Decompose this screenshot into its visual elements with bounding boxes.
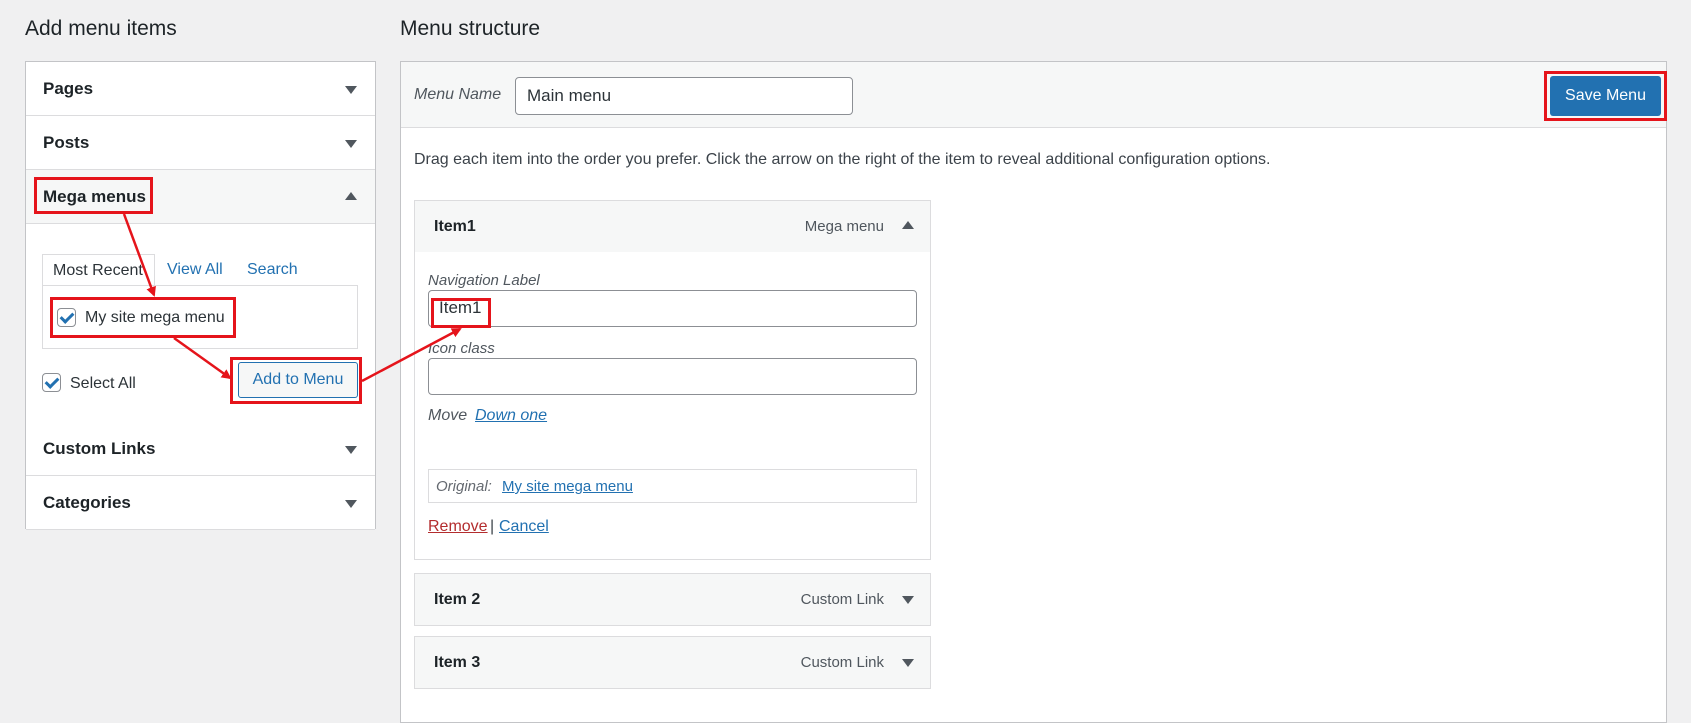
mega-menu-item-label: My site mega menu (85, 309, 225, 326)
menu-item-title: Item 2 (434, 591, 481, 608)
select-all-checkbox[interactable] (42, 373, 61, 392)
cancel-link[interactable]: Cancel (499, 518, 549, 536)
menu-item-title: Item1 (434, 218, 476, 235)
chevron-down-icon[interactable] (345, 500, 357, 508)
menu-structure-panel: Menu Name Main menu Save Menu Drag each … (400, 61, 1667, 723)
chevron-down-icon[interactable] (902, 596, 914, 604)
navigation-label-input[interactable]: Item1 (428, 290, 917, 327)
menu-items-accordion: Pages Posts Mega menus Custom Links Cate… (25, 61, 376, 530)
section-mega-menus-label: Mega menus (43, 187, 146, 206)
chevron-down-icon[interactable] (902, 659, 914, 667)
add-to-menu-button[interactable]: Add to Menu (238, 362, 358, 398)
navigation-label-caption: Navigation Label (428, 272, 540, 289)
menu-item-3[interactable]: Item 3 Custom Link (414, 636, 931, 689)
original-link[interactable]: My site mega menu (502, 478, 633, 495)
chevron-down-icon[interactable] (345, 446, 357, 454)
section-posts[interactable]: Posts (26, 116, 375, 170)
chevron-down-icon[interactable] (345, 86, 357, 94)
add-menu-items-title: Add menu items (25, 17, 177, 40)
mega-menu-item-checkbox[interactable] (57, 308, 76, 327)
menu-item-type: Custom Link (800, 591, 884, 608)
menu-name-input[interactable]: Main menu (515, 77, 853, 115)
menu-structure-title: Menu structure (400, 17, 541, 40)
icon-class-input[interactable] (428, 358, 917, 395)
menu-item-type: Mega menu (804, 218, 884, 235)
chevron-up-icon[interactable] (902, 221, 914, 229)
menu-item-1-settings: Navigation Label Item1 Icon class Move D… (414, 252, 931, 560)
chevron-up-icon[interactable] (345, 192, 357, 200)
select-all-label: Select All (70, 375, 136, 392)
section-posts-label: Posts (43, 133, 90, 152)
section-categories[interactable]: Categories (26, 476, 375, 530)
link-separator: | (490, 518, 495, 535)
menu-item-title: Item 3 (434, 654, 481, 671)
original-box: Original: My site mega menu (428, 469, 917, 503)
menu-item-2[interactable]: Item 2 Custom Link (414, 573, 931, 626)
original-caption: Original: (436, 478, 492, 495)
save-menu-button[interactable]: Save Menu (1550, 76, 1661, 116)
menu-header: Menu Name Main menu Save Menu (401, 62, 1666, 128)
mega-menu-checklist: My site mega menu (42, 285, 358, 349)
icon-class-caption: Icon class (428, 340, 495, 357)
tab-search[interactable]: Search (247, 261, 298, 279)
section-categories-label: Categories (43, 493, 131, 512)
remove-link[interactable]: Remove (428, 518, 488, 536)
tab-view-all[interactable]: View All (167, 261, 223, 279)
move-caption: Move (428, 407, 468, 424)
section-custom-links-label: Custom Links (43, 439, 156, 458)
section-pages-label: Pages (43, 79, 94, 98)
section-mega-menus[interactable]: Mega menus (26, 170, 375, 224)
menu-item-type: Custom Link (800, 654, 884, 671)
menu-item-1[interactable]: Item1 Mega menu (414, 200, 931, 253)
move-down-one-link[interactable]: Down one (475, 407, 547, 425)
menu-name-label: Menu Name (414, 86, 502, 103)
section-custom-links[interactable]: Custom Links (26, 422, 375, 476)
menu-instructions: Drag each item into the order you prefer… (414, 151, 1271, 168)
tab-most-recent[interactable]: Most Recent (42, 254, 155, 286)
chevron-down-icon[interactable] (345, 140, 357, 148)
section-pages[interactable]: Pages (26, 62, 375, 116)
